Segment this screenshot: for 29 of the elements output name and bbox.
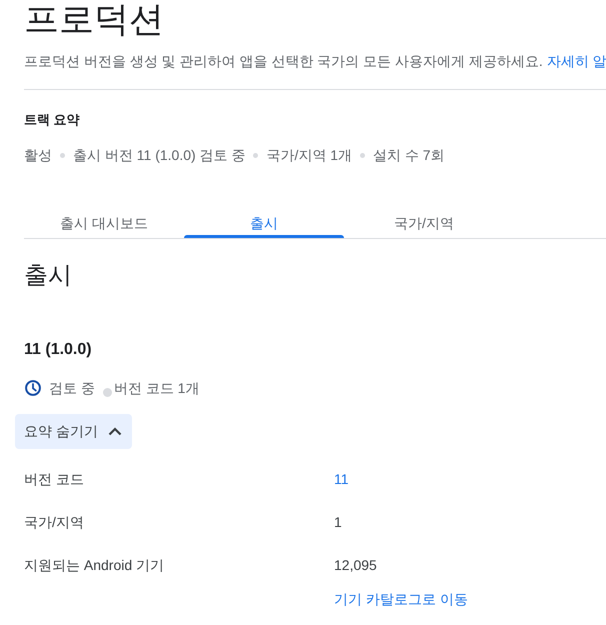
- tab[interactable]: 출시 대시보드: [24, 190, 184, 238]
- section-heading: 출시: [24, 261, 73, 291]
- detail-value-link[interactable]: 11: [334, 469, 349, 489]
- caret-icon: [108, 427, 122, 436]
- release-version: 11 (1.0.0): [24, 340, 93, 360]
- page-description: 프로덕션 버전을 생성 및 관리하여 앱을 선택한 국가의 모든 사용자에게 제공하세요.: [24, 52, 543, 71]
- summary-item: 설치 수 7회: [373, 146, 445, 165]
- detail-label: 버전 코드: [24, 470, 85, 489]
- clock-icon: [25, 380, 41, 396]
- separator-dot-icon: [253, 152, 258, 158]
- summary-item: 국가/지역 1개: [266, 146, 352, 165]
- status-dot-icon: [102, 388, 112, 396]
- detail-label: 국가/지역: [24, 513, 85, 532]
- summary-item: 활성: [24, 146, 52, 165]
- summary-item: 출시 버전 11 (1.0.0) 검토 중: [73, 146, 246, 165]
- learn-more-link[interactable]: 자세히 알: [546, 51, 606, 71]
- detail-value: 1: [334, 513, 342, 532]
- device-catalog-link[interactable]: 기기 카탈로그로 이동: [334, 589, 468, 609]
- page-title: 프로덕션: [24, 0, 165, 40]
- separator-dot-icon: [360, 152, 366, 158]
- release-status: 검토 중: [49, 379, 95, 398]
- hide-summary-button[interactable]: 요약 숨기기: [15, 414, 132, 449]
- tab[interactable]: 국가/지역: [344, 190, 504, 238]
- detail-label: 지원되는 Android 기기: [24, 556, 166, 575]
- detail-value: 12,095: [334, 556, 377, 575]
- track-summary-heading: 트랙 요약: [24, 111, 81, 129]
- separator-dot-icon: [60, 152, 65, 158]
- tab[interactable]: 출시: [184, 190, 344, 238]
- version-code-count: 버전 코드 1개: [114, 379, 200, 398]
